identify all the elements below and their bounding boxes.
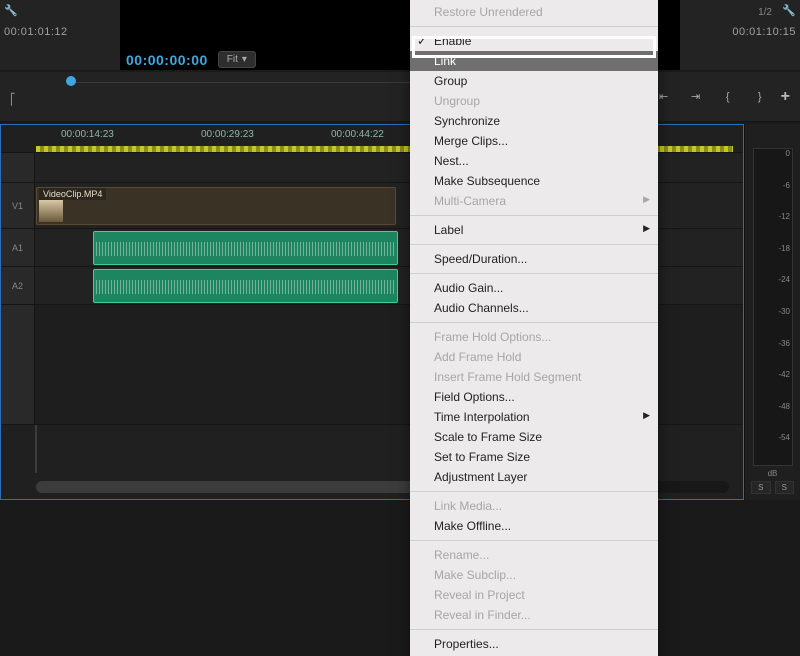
clip-thumbnail xyxy=(39,200,63,222)
menu-separator xyxy=(410,540,658,541)
menu-separator xyxy=(410,322,658,323)
menu-audio-channels[interactable]: Audio Channels... xyxy=(410,298,658,318)
menu-label[interactable]: Label xyxy=(410,220,658,240)
playhead-handle[interactable] xyxy=(66,76,76,86)
menu-nest[interactable]: Nest... xyxy=(410,151,658,171)
menu-reveal-in-project: Reveal in Project xyxy=(410,585,658,605)
menu-scale-to-frame-size[interactable]: Scale to Frame Size xyxy=(410,427,658,447)
meter-unit: dB xyxy=(745,469,800,478)
menu-group[interactable]: Group xyxy=(410,71,658,91)
menu-adjustment-layer[interactable]: Adjustment Layer xyxy=(410,467,658,487)
menu-ungroup: Ungroup xyxy=(410,91,658,111)
track-header[interactable]: V1 xyxy=(1,183,35,228)
menu-merge-clips[interactable]: Merge Clips... xyxy=(410,131,658,151)
monitor-bar: 🔧 00:01:01:12 00:00:00:00 Fit▾ 1/2 🔧 00:… xyxy=(0,0,800,70)
track-header[interactable]: A1 xyxy=(1,229,35,266)
menu-separator xyxy=(410,26,658,27)
source-controls: ⎡ xyxy=(10,93,16,106)
menu-link[interactable]: Link xyxy=(410,51,658,71)
meter-tick: -54 xyxy=(778,433,790,442)
wrench-icon[interactable]: 🔧 xyxy=(4,4,20,20)
out-timecode: 00:01:10:15 xyxy=(684,26,796,38)
menu-field-options[interactable]: Field Options... xyxy=(410,387,658,407)
mark-out-icon[interactable]: } xyxy=(749,86,771,108)
meter-tick: -18 xyxy=(778,244,790,253)
ruler-tick: 00:00:14:23 xyxy=(61,129,114,140)
wrench-icon[interactable]: 🔧 xyxy=(780,4,796,20)
meter-tick: -12 xyxy=(778,212,790,221)
menu-separator xyxy=(410,244,658,245)
waveform xyxy=(96,280,395,294)
track-header[interactable]: A2 xyxy=(1,267,35,304)
transport-toolbar: ⎡ ⇤ ⇥ { } + xyxy=(0,72,800,122)
menu-link-media: Link Media... xyxy=(410,496,658,516)
track-header[interactable] xyxy=(1,305,35,424)
mark-in-icon[interactable]: ⎡ xyxy=(10,93,16,106)
add-button[interactable]: + xyxy=(781,88,790,106)
mark-in-icon[interactable]: { xyxy=(717,86,739,108)
meter-tick: -42 xyxy=(778,370,790,379)
source-monitor-meta: 🔧 00:01:01:12 xyxy=(0,0,120,70)
program-monitor-meta: 1/2 🔧 00:01:10:15 xyxy=(680,0,800,70)
overwrite-icon[interactable]: ⇥ xyxy=(685,86,707,108)
source-timecode: 00:01:01:12 xyxy=(4,26,116,38)
menu-make-offline[interactable]: Make Offline... xyxy=(410,516,658,536)
menu-speed-duration[interactable]: Speed/Duration... xyxy=(410,249,658,269)
menu-add-frame-hold: Add Frame Hold xyxy=(410,347,658,367)
menu-enable[interactable]: Enable xyxy=(410,31,658,51)
meter-tick: -36 xyxy=(778,339,790,348)
meter-tick: -6 xyxy=(783,181,790,190)
audio-clip[interactable] xyxy=(93,231,398,265)
menu-reveal-in-finder: Reveal in Finder... xyxy=(410,605,658,625)
video-clip[interactable]: VideoClip.MP4 xyxy=(36,187,396,225)
audio-meter-panel: 0 -6 -12 -18 -24 -30 -36 -42 -48 -54 dB S S xyxy=(744,124,800,500)
menu-synchronize[interactable]: Synchronize xyxy=(410,111,658,131)
solo-button[interactable]: S xyxy=(775,481,795,494)
menu-make-subsequence[interactable]: Make Subsequence xyxy=(410,171,658,191)
solo-button[interactable]: S xyxy=(751,481,771,494)
track-header[interactable] xyxy=(1,153,35,182)
menu-time-interpolation[interactable]: Time Interpolation xyxy=(410,407,658,427)
waveform xyxy=(96,242,395,256)
meter-tick: -30 xyxy=(778,307,790,316)
clip-context-menu: Restore Unrendered Enable Link Group Ung… xyxy=(410,0,658,656)
menu-multicamera: Multi-Camera xyxy=(410,191,658,211)
menu-separator xyxy=(410,273,658,274)
ruler-tick: 00:00:29:23 xyxy=(201,129,254,140)
playback-resolution[interactable]: 1/2 xyxy=(758,7,772,18)
menu-separator xyxy=(410,215,658,216)
menu-rename: Rename... xyxy=(410,545,658,565)
menu-properties[interactable]: Properties... xyxy=(410,634,658,654)
menu-make-subclip: Make Subclip... xyxy=(410,565,658,585)
ruler-tick: 00:00:44:22 xyxy=(331,129,384,140)
menu-separator xyxy=(410,629,658,630)
menu-separator xyxy=(410,491,658,492)
menu-restore-unrendered: Restore Unrendered xyxy=(410,2,658,22)
menu-insert-frame-hold-segment: Insert Frame Hold Segment xyxy=(410,367,658,387)
audio-clip[interactable] xyxy=(93,269,398,303)
zoom-fit-dropdown[interactable]: Fit▾ xyxy=(218,51,256,68)
menu-set-to-frame-size[interactable]: Set to Frame Size xyxy=(410,447,658,467)
meter-tick: -48 xyxy=(778,402,790,411)
menu-frame-hold-options: Frame Hold Options... xyxy=(410,327,658,347)
program-timecode[interactable]: 00:00:00:00 xyxy=(126,52,208,68)
meter-tick: -24 xyxy=(778,275,790,284)
chevron-down-icon: ▾ xyxy=(242,54,247,65)
menu-audio-gain[interactable]: Audio Gain... xyxy=(410,278,658,298)
level-meter: 0 -6 -12 -18 -24 -30 -36 -42 -48 -54 xyxy=(753,148,793,466)
meter-tick: 0 xyxy=(786,149,790,158)
clip-label: VideoClip.MP4 xyxy=(39,188,106,200)
